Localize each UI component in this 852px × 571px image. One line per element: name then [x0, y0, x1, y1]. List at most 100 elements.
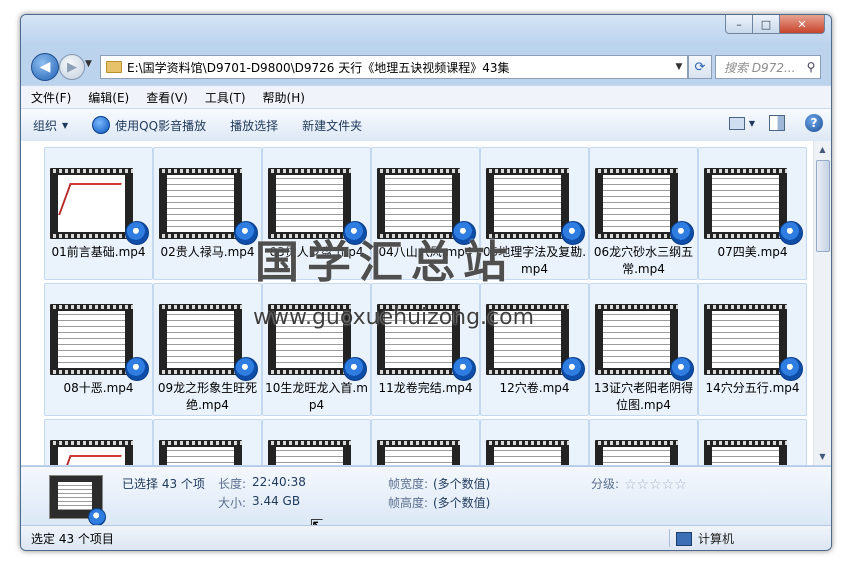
- thumbnail-frame: [494, 447, 561, 465]
- status-location-label: 计算机: [698, 532, 735, 546]
- video-thumbnail: [486, 440, 569, 465]
- search-box[interactable]: 搜索 D972... ⚲: [715, 55, 821, 79]
- back-button[interactable]: ◀: [31, 53, 59, 81]
- frame-width-label: 帧宽度:: [388, 477, 429, 491]
- file-tile[interactable]: 09龙之形象生旺死绝.mp4: [153, 283, 262, 416]
- file-name: 11龙卷完结.mp4: [378, 381, 473, 395]
- file-name: 01前言基础.mp4: [51, 245, 146, 259]
- star-icon[interactable]: ☆☆☆☆☆: [624, 477, 687, 493]
- search-input[interactable]: 搜索 D972...: [716, 59, 802, 76]
- window-controls: – □ ✕: [725, 15, 825, 34]
- menu-edit[interactable]: 编辑(E): [78, 89, 136, 106]
- new-folder-label: 新建文件夹: [302, 118, 363, 133]
- file-tile[interactable]: 12穴卷.mp4: [480, 283, 589, 416]
- size-label: 大小:: [218, 496, 247, 510]
- qq-player-file-icon: [125, 221, 149, 245]
- video-thumbnail: [595, 440, 678, 465]
- file-tile[interactable]: [698, 419, 807, 465]
- scroll-down-button[interactable]: ▼: [814, 448, 831, 465]
- play-with-qq-button[interactable]: 使用QQ影音播放: [80, 116, 218, 134]
- thumbnail-frame: [385, 447, 452, 465]
- thumbnail-frame: [167, 447, 234, 465]
- organize-button[interactable]: 组织 ▼: [21, 117, 80, 134]
- file-tile[interactable]: 04八山八风.mp4: [371, 147, 480, 280]
- menu-file[interactable]: 文件(F): [21, 89, 78, 106]
- title-bar[interactable]: – □ ✕: [21, 15, 831, 45]
- maximize-button[interactable]: □: [752, 15, 780, 34]
- toolbar-right-group: ▼ ?: [728, 114, 823, 132]
- file-tile[interactable]: 05地理字法及复勘.mp4: [480, 147, 589, 280]
- menu-tools[interactable]: 工具(T): [195, 89, 253, 106]
- qq-player-file-icon: [779, 221, 803, 245]
- file-tile[interactable]: 03贵人罗盘.mp4: [262, 147, 371, 280]
- thumbnail-frame: [603, 447, 670, 465]
- file-tile[interactable]: [262, 419, 371, 465]
- video-thumbnail: [377, 440, 460, 465]
- qq-player-icon: [92, 116, 111, 134]
- play-selection-button[interactable]: 播放选择: [218, 117, 290, 134]
- qq-player-file-icon: [125, 357, 149, 381]
- file-name: 13证穴老阳老阴得位图.mp4: [593, 381, 694, 412]
- status-bar: 选定 43 个项目 计算机: [21, 525, 831, 550]
- recent-pages-dropdown[interactable]: ▼: [85, 59, 92, 69]
- video-thumbnail: [486, 168, 569, 239]
- qq-player-file-icon: [561, 357, 585, 381]
- qq-player-file-icon: [670, 357, 694, 381]
- organize-label: 组织: [33, 118, 58, 133]
- qq-player-file-icon: [779, 357, 803, 381]
- new-folder-button[interactable]: 新建文件夹: [290, 117, 374, 134]
- rating-stars[interactable]: ☆☆☆☆☆: [624, 477, 688, 493]
- vertical-scrollbar[interactable]: ▲ ▼: [813, 141, 831, 465]
- file-tile[interactable]: [589, 419, 698, 465]
- file-tile[interactable]: 02贵人禄马.mp4: [153, 147, 262, 280]
- preview-pane-icon[interactable]: [769, 115, 785, 131]
- close-button[interactable]: ✕: [779, 15, 825, 34]
- minimize-button[interactable]: –: [725, 15, 753, 34]
- status-location: 计算机: [676, 530, 734, 547]
- thumbnail-frame: [58, 447, 125, 465]
- file-tile[interactable]: 08十恶.mp4: [44, 283, 153, 416]
- file-tile[interactable]: 11龙卷完结.mp4: [371, 283, 480, 416]
- scroll-up-button[interactable]: ▲: [814, 141, 831, 158]
- video-thumbnail: [377, 168, 460, 239]
- thumbnail-frame: [494, 175, 561, 232]
- address-dropdown-button[interactable]: ▼: [671, 57, 687, 77]
- thumbnail-frame: [276, 175, 343, 232]
- search-icon[interactable]: ⚲: [802, 60, 820, 74]
- menu-help[interactable]: 帮助(H): [253, 89, 312, 106]
- file-tile[interactable]: 14穴分五行.mp4: [698, 283, 807, 416]
- scroll-thumb[interactable]: [816, 160, 830, 252]
- qq-player-file-icon: [234, 357, 258, 381]
- thumbnail-frame: [276, 311, 343, 368]
- thumbnail-frame: [712, 175, 779, 232]
- play-with-qq-label: 使用QQ影音播放: [115, 118, 207, 133]
- file-list-pane[interactable]: 01前言基础.mp4 02贵人禄马.mp4 03贵人罗盘.mp4 04八山八风.mp4…: [21, 141, 831, 465]
- menu-view[interactable]: 查看(V): [136, 89, 195, 106]
- file-tile[interactable]: [371, 419, 480, 465]
- forward-button[interactable]: ▶: [59, 54, 85, 80]
- file-tile[interactable]: 06龙穴砂水三纲五常.mp4: [589, 147, 698, 280]
- file-name: 03贵人罗盘.mp4: [269, 245, 364, 259]
- thumbnail-frame: [385, 175, 452, 232]
- address-bar[interactable]: E:\国学资料馆\D9701-D9800\D9726 天行《地理五诀视频课程》4…: [100, 55, 688, 79]
- file-tile[interactable]: [480, 419, 589, 465]
- file-name: 04八山八风.mp4: [378, 245, 473, 259]
- play-selection-label: 播放选择: [230, 118, 279, 133]
- computer-icon: [676, 531, 692, 546]
- view-options-dropdown[interactable]: ▼: [749, 119, 755, 128]
- file-tile[interactable]: [44, 419, 153, 465]
- help-icon[interactable]: ?: [805, 114, 823, 132]
- file-name: 12穴卷.mp4: [499, 381, 570, 395]
- video-thumbnail: [50, 168, 133, 239]
- file-tile[interactable]: 07四美.mp4: [698, 147, 807, 280]
- address-path[interactable]: E:\国学资料馆\D9701-D9800\D9726 天行《地理五诀视频课程》4…: [127, 59, 671, 76]
- file-tile[interactable]: 13证穴老阳老阴得位图.mp4: [589, 283, 698, 416]
- file-tile[interactable]: [153, 419, 262, 465]
- change-view-icon[interactable]: [728, 116, 745, 130]
- refresh-button[interactable]: ⟳: [688, 55, 712, 79]
- qq-player-file-icon: [452, 357, 476, 381]
- video-thumbnail: [159, 168, 242, 239]
- file-tile[interactable]: 01前言基础.mp4: [44, 147, 153, 280]
- video-thumbnail: [159, 440, 242, 465]
- file-tile[interactable]: 10生龙旺龙入首.mp4: [262, 283, 371, 416]
